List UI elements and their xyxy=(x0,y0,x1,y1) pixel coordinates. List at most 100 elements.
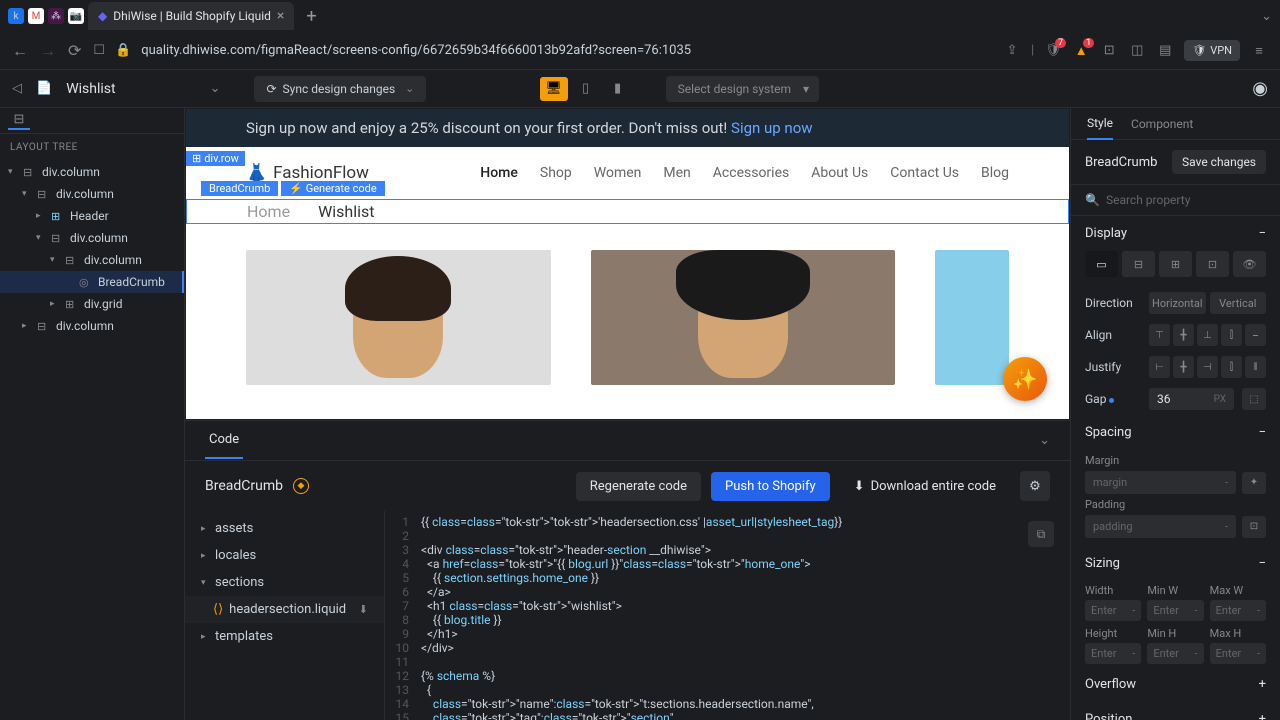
tree-item[interactable]: ▸⊞Header xyxy=(0,205,184,227)
alert-icon[interactable]: ▲1 xyxy=(1072,42,1090,60)
generate-code-button[interactable]: ⚡ Generate code xyxy=(281,181,385,196)
minw-input[interactable]: Enter- xyxy=(1147,600,1203,621)
sync-button[interactable]: ⟳ Sync design changes ⌄ xyxy=(254,76,426,102)
tree-item[interactable]: ▾⊟div.column xyxy=(0,161,184,183)
design-system-select[interactable]: Select design system xyxy=(666,76,819,102)
folder-sections[interactable]: ▾sections xyxy=(185,569,384,596)
display-inline-button[interactable]: ⊡ xyxy=(1196,251,1229,277)
display-none-button[interactable]: 👁 xyxy=(1233,251,1266,277)
justify-start[interactable]: ⊢ xyxy=(1149,356,1170,378)
brand-logo[interactable]: 👗 FashionFlow xyxy=(246,163,369,183)
chevron-down-icon[interactable]: ⌄ xyxy=(1261,9,1272,24)
tree-item[interactable]: ▸⊞div.grid xyxy=(0,293,184,315)
menu-icon[interactable]: ≡ xyxy=(1250,42,1268,60)
wallet-icon[interactable]: ▤ xyxy=(1156,42,1174,60)
slack-icon[interactable]: ⁂ xyxy=(48,8,64,24)
discord-icon[interactable]: ◉ xyxy=(1252,78,1268,99)
vpn-button[interactable]: 🛡 VPN xyxy=(1184,40,1240,61)
folder-locales[interactable]: ▸locales xyxy=(185,542,384,569)
settings-icon[interactable]: ⚙ xyxy=(1020,471,1050,501)
minh-input[interactable]: Enter- xyxy=(1147,643,1203,664)
regenerate-button[interactable]: Regenerate code xyxy=(576,472,701,501)
back-icon[interactable]: ← xyxy=(12,41,28,61)
folder-templates[interactable]: ▸templates xyxy=(185,623,384,650)
app-icon-4[interactable]: 📷 xyxy=(68,8,84,24)
search-property-input[interactable]: 🔍 Search property xyxy=(1071,185,1280,216)
justify-between[interactable]: ⫿ xyxy=(1221,356,1242,378)
direction-horizontal[interactable]: Horizontal xyxy=(1149,292,1206,314)
push-shopify-button[interactable]: Push to Shopify xyxy=(711,472,830,501)
nav-item[interactable]: Home xyxy=(480,165,518,181)
direction-vertical[interactable]: Vertical xyxy=(1210,292,1267,314)
style-tab[interactable]: Style xyxy=(1087,108,1113,140)
tree-item[interactable]: ▾⊟div.column xyxy=(0,227,184,249)
breadcrumb-selection[interactable]: BreadCrumb ⚡ Generate code Home Wishlist xyxy=(186,199,1069,224)
justify-around[interactable]: ⦀ xyxy=(1245,356,1266,378)
active-tab[interactable]: ◆ DhiWise | Build Shopify Liquid × xyxy=(88,2,294,30)
copy-code-icon[interactable]: ⧉ xyxy=(1028,521,1054,547)
height-input[interactable]: Enter- xyxy=(1085,643,1141,664)
tablet-device-button[interactable]: ▯ xyxy=(572,77,600,101)
product-card[interactable] xyxy=(246,250,551,385)
forward-icon[interactable]: → xyxy=(40,41,56,61)
desktop-device-button[interactable]: 🖥 xyxy=(540,77,568,101)
reload-icon[interactable]: ⟳ xyxy=(68,41,81,60)
save-changes-button[interactable]: Save changes xyxy=(1172,150,1266,174)
padding-expand-icon[interactable]: ⊡ xyxy=(1242,516,1266,538)
nav-item[interactable]: Accessories xyxy=(713,165,789,181)
code-editor[interactable]: ⧉ 1{{ class=class="tok-str">"tok-str">'h… xyxy=(385,511,1070,720)
code-tab[interactable]: Code xyxy=(205,422,243,459)
product-card[interactable] xyxy=(591,250,896,385)
tree-item[interactable]: ▾⊟div.column xyxy=(0,249,184,271)
collapse-code-icon[interactable]: ⌄ xyxy=(1039,433,1050,448)
spacing-section[interactable]: Spacing− xyxy=(1071,415,1280,450)
gmail-icon[interactable]: M xyxy=(28,8,44,24)
shield-icon[interactable]: 🛡7 xyxy=(1044,42,1062,60)
share-icon[interactable]: ⇪ xyxy=(1003,42,1021,60)
folder-assets[interactable]: ▸assets xyxy=(185,515,384,542)
product-card[interactable] xyxy=(935,250,1009,385)
nav-item[interactable]: Men xyxy=(663,165,690,181)
extension-icon[interactable]: ⊡ xyxy=(1100,42,1118,60)
align-stretch[interactable]: ⫿ xyxy=(1221,324,1242,346)
nav-item[interactable]: About Us xyxy=(811,165,868,181)
sizing-section[interactable]: Sizing− xyxy=(1071,546,1280,581)
position-section[interactable]: Position+ xyxy=(1071,702,1280,720)
display-grid-button[interactable]: ⊞ xyxy=(1159,251,1192,277)
gap-link-icon[interactable]: ⬚ xyxy=(1242,388,1266,410)
display-block-button[interactable]: ▭ xyxy=(1085,251,1118,277)
display-section[interactable]: Display− xyxy=(1071,216,1280,251)
bookmark-icon[interactable]: ☐ xyxy=(93,43,105,58)
align-end[interactable]: ⊥ xyxy=(1197,324,1218,346)
close-tab-icon[interactable]: × xyxy=(277,8,284,24)
nav-item[interactable]: Women xyxy=(594,165,642,181)
width-input[interactable]: Enter- xyxy=(1085,600,1141,621)
justify-center[interactable]: ╋ xyxy=(1173,356,1194,378)
align-baseline[interactable]: ⎯ xyxy=(1245,324,1266,346)
file-headersection[interactable]: ⟨⟩ headersection.liquid⬇ xyxy=(185,596,384,623)
justify-end[interactable]: ⊣ xyxy=(1197,356,1218,378)
preview-canvas[interactable]: ⊞ div.row Sign up now and enjoy a 25% di… xyxy=(186,109,1069,419)
margin-expand-icon[interactable]: ✦ xyxy=(1242,472,1266,494)
new-tab-button[interactable]: + xyxy=(298,6,324,27)
nav-item[interactable]: Blog xyxy=(981,165,1009,181)
display-flex-button[interactable]: ⊟ xyxy=(1122,251,1155,277)
app-back-icon[interactable]: ◁ xyxy=(12,81,22,96)
tree-item[interactable]: ▾⊟div.column xyxy=(0,183,184,205)
margin-input[interactable]: margin- xyxy=(1085,471,1236,494)
download-button[interactable]: ⬇ Download entire code xyxy=(840,472,1010,501)
nav-item[interactable]: Shop xyxy=(540,165,572,181)
align-start[interactable]: ⊤ xyxy=(1149,324,1170,346)
magic-wand-fab[interactable]: ✨ xyxy=(1003,357,1047,401)
app-icon-1[interactable]: k xyxy=(8,8,24,24)
panel-icon[interactable]: ◫ xyxy=(1128,42,1146,60)
mobile-device-button[interactable]: ▮ xyxy=(604,77,632,101)
padding-input[interactable]: padding- xyxy=(1085,515,1236,538)
component-tab[interactable]: Component xyxy=(1131,109,1193,139)
maxw-input[interactable]: Enter- xyxy=(1210,600,1266,621)
nav-item[interactable]: Contact Us xyxy=(890,165,959,181)
tree-tab-icon[interactable]: ⊟ xyxy=(8,112,30,130)
align-center[interactable]: ╋ xyxy=(1173,324,1194,346)
promo-link[interactable]: Sign up now xyxy=(731,119,813,137)
gap-input[interactable]: 36PX xyxy=(1149,388,1234,410)
